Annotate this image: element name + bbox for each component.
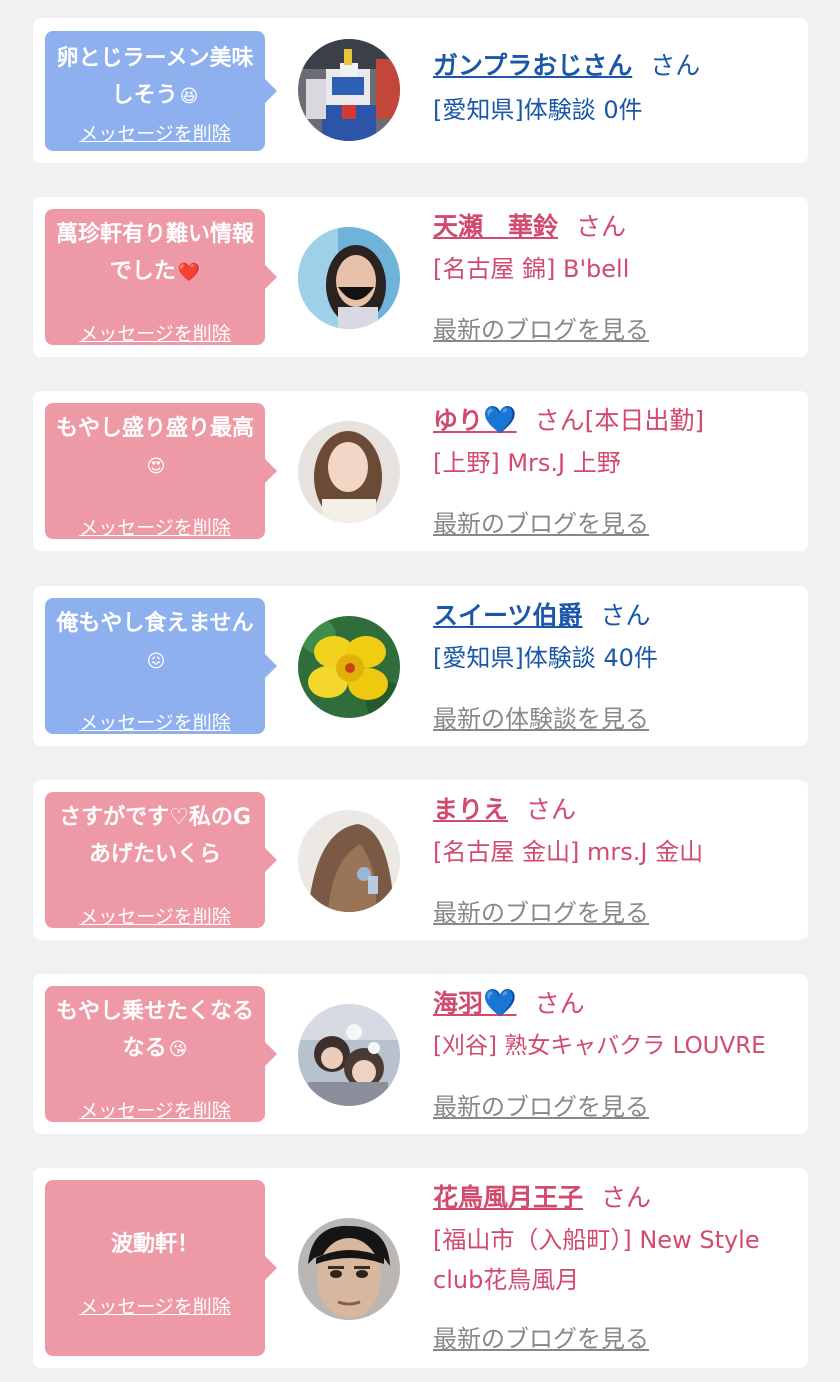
message-body: もやし乗せたくなるなる — [55, 999, 254, 1061]
message-card: 卵とじラーメン美味しそう 😆 メッセージを削除 ガンプラおじさん さん [愛知県… — [33, 18, 808, 163]
honorific-label: さん — [576, 212, 627, 241]
heart-icon: 💙 — [483, 405, 517, 436]
message-card: もやし乗せたくなるなる 😘 メッセージを削除 海羽💙 さん [刈谷] 熟女キャバクラ… — [33, 974, 808, 1134]
sender-name-link[interactable]: ガンプラおじさん — [433, 51, 632, 80]
heart-icon: ❤️ — [177, 262, 201, 283]
message-text: もやし乗せたくなるなる 😘 — [55, 993, 255, 1068]
message-bubble: さすがです♡私のGあげたいくら メッセージを削除 — [45, 792, 277, 929]
message-text: さすがです♡私のGあげたいくら — [55, 799, 255, 873]
message-bubble: 波動軒！ メッセージを削除 — [45, 1180, 277, 1356]
latest-blog-link[interactable]: 最新のブログを見る — [433, 310, 649, 345]
emoji-icon: 😘 — [168, 1039, 188, 1060]
sender-info: 天瀬 華鈴 さん [名古屋 錦] B'bell — [433, 209, 800, 289]
sender-shop-text: [名古屋 金山] mrs.J 金山 — [433, 838, 704, 866]
sender-name-link[interactable]: 天瀬 華鈴 — [433, 212, 558, 241]
delete-message-link[interactable]: メッセージを削除 — [45, 119, 265, 146]
message-body: 卵とじラーメン美味しそう — [56, 46, 254, 108]
sender-shop-text: [愛知県]体験談 0件 — [433, 96, 643, 124]
delete-message-link[interactable]: メッセージを削除 — [45, 513, 265, 540]
delete-message-link[interactable]: メッセージを削除 — [45, 1292, 265, 1319]
sender-info: 花鳥風月王子 さん [福山市（入船町）] New Style club花鳥風月 — [433, 1180, 800, 1300]
message-body: さすがです♡私のGあげたいくら — [59, 805, 251, 867]
sender-shop-text: [愛知県]体験談 40件 — [433, 644, 658, 672]
avatar[interactable] — [298, 810, 400, 912]
latest-review-link[interactable]: 最新の体験談を見る — [433, 699, 649, 734]
emoji-icon: 😖 — [146, 651, 166, 672]
honorific-label: さん — [534, 989, 585, 1018]
sender-name-link[interactable]: ゆり💙 — [433, 405, 517, 436]
honorific-label: さん — [650, 51, 701, 80]
message-body: もやし盛り盛り最高 — [55, 416, 254, 441]
woman-photo — [298, 421, 400, 523]
message-bubble: 俺もやし食えません 😖 メッセージを削除 — [45, 598, 277, 735]
message-bubble: 萬珍軒有り難い情報でした ❤️ メッセージを削除 — [45, 209, 277, 346]
latest-blog-link[interactable]: 最新のブログを見る — [433, 893, 649, 928]
delete-message-link[interactable]: メッセージを削除 — [45, 708, 265, 735]
message-card: 萬珍軒有り難い情報でした ❤️ メッセージを削除 天瀬 華鈴 さん [名古屋 錦] … — [33, 197, 808, 357]
avatar[interactable] — [298, 616, 400, 718]
sender-info: 海羽💙 さん [刈谷] 熟女キャバクラ LOUVRE — [433, 986, 800, 1066]
honorific-label: さん[本日出勤] — [534, 406, 705, 435]
avatar[interactable] — [298, 421, 400, 523]
latest-blog-link[interactable]: 最新のブログを見る — [433, 1319, 649, 1354]
message-bubble: 卵とじラーメン美味しそう 😆 メッセージを削除 — [45, 31, 277, 151]
latest-blog-link[interactable]: 最新のブログを見る — [433, 1087, 649, 1122]
emoji-icon: 😍 — [146, 456, 166, 477]
message-card: さすがです♡私のGあげたいくら メッセージを削除 まりえ さん [名古屋 金山] … — [33, 780, 808, 940]
sender-shop-text: [上野] Mrs.J 上野 — [433, 449, 621, 477]
delete-message-link[interactable]: メッセージを削除 — [45, 1096, 265, 1123]
message-body: 俺もやし食えません — [56, 611, 254, 636]
woman-mask-photo — [298, 227, 400, 329]
avatar[interactable] — [298, 1218, 400, 1320]
delete-message-link[interactable]: メッセージを削除 — [45, 902, 265, 929]
message-bubble: もやし盛り盛り最高 😍 メッセージを削除 — [45, 403, 277, 540]
honorific-label: さん — [600, 601, 651, 630]
sender-shop-text: [福山市（入船町）] New Style club花鳥風月 — [433, 1226, 760, 1294]
message-text: もやし盛り盛り最高 😍 — [55, 410, 255, 485]
flower-photo — [298, 616, 400, 718]
latest-blog-link[interactable]: 最新のブログを見る — [433, 504, 649, 539]
sender-shop-text: [刈谷] 熟女キャバクラ LOUVRE — [433, 1033, 766, 1059]
sender-name-link[interactable]: スイーツ伯爵 — [433, 601, 583, 630]
robot-photo — [298, 39, 400, 141]
message-text: 波動軒！ — [55, 1226, 255, 1263]
avatar[interactable] — [298, 1004, 400, 1106]
message-text: 萬珍軒有り難い情報でした ❤️ — [55, 216, 255, 291]
message-body: 波動軒！ — [110, 1232, 199, 1257]
message-body: 萬珍軒有り難い情報でした — [55, 222, 254, 284]
hair-photo — [298, 810, 400, 912]
emoji-icon: 😆 — [179, 86, 199, 107]
message-card: もやし盛り盛り最高 😍 メッセージを削除 ゆり💙 さん[本日出勤] [上野] Mrs… — [33, 391, 808, 551]
selfie-photo — [298, 1004, 400, 1106]
delete-message-link[interactable]: メッセージを削除 — [45, 319, 265, 346]
avatar[interactable] — [298, 227, 400, 329]
sender-info: ガンプラおじさん さん [愛知県]体験談 0件 — [433, 48, 800, 130]
sender-info: スイーツ伯爵 さん [愛知県]体験談 40件 — [433, 598, 800, 678]
man-face-photo — [298, 1218, 400, 1320]
sender-shop-text: [名古屋 錦] B'bell — [433, 255, 630, 283]
heart-icon: 💙 — [483, 988, 517, 1019]
honorific-label: さん — [601, 1183, 652, 1212]
honorific-label: さん — [526, 795, 577, 824]
avatar[interactable] — [298, 39, 400, 141]
message-list: 卵とじラーメン美味しそう 😆 メッセージを削除 ガンプラおじさん さん [愛知県… — [0, 0, 840, 1382]
sender-name-link[interactable]: 海羽💙 — [433, 988, 517, 1019]
message-card: 波動軒！ メッセージを削除 花鳥風月王子 さん [福山市（入船町）] New St… — [33, 1168, 808, 1368]
sender-info: まりえ さん [名古屋 金山] mrs.J 金山 — [433, 792, 800, 872]
message-bubble: もやし乗せたくなるなる 😘 メッセージを削除 — [45, 986, 277, 1123]
sender-name-link[interactable]: まりえ — [433, 795, 508, 824]
message-card: 俺もやし食えません 😖 メッセージを削除 スイーツ伯爵 さん [愛知県]体験談 40… — [33, 586, 808, 746]
sender-info: ゆり💙 さん[本日出勤] [上野] Mrs.J 上野 — [433, 403, 800, 483]
sender-name-link[interactable]: 花鳥風月王子 — [433, 1183, 583, 1212]
message-text: 卵とじラーメン美味しそう 😆 — [55, 40, 255, 115]
message-text: 俺もやし食えません 😖 — [55, 605, 255, 680]
